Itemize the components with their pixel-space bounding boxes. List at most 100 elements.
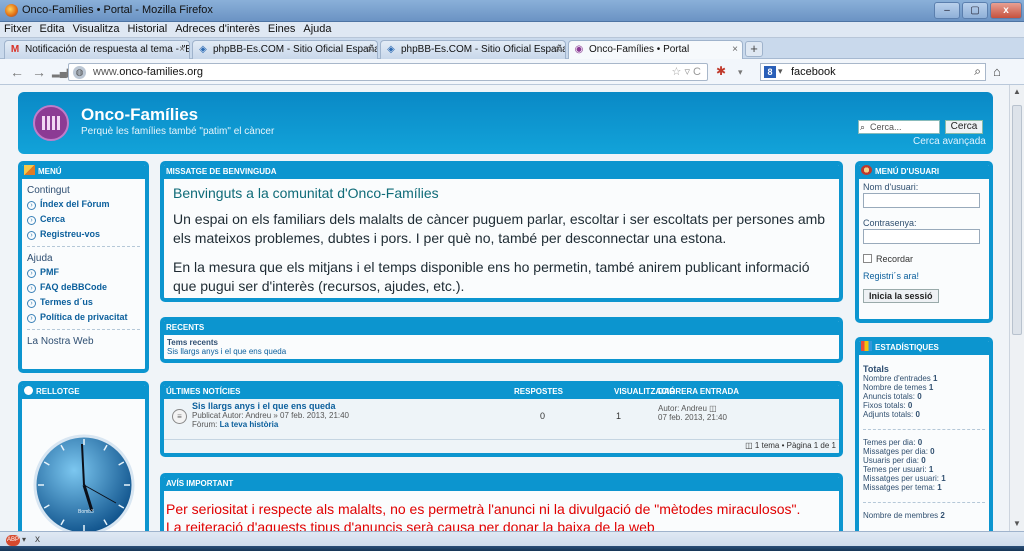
- menu-link-privacy[interactable]: Política de privacitat: [40, 312, 128, 322]
- search-icon[interactable]: ⌕: [974, 64, 981, 79]
- menu-ajuda[interactable]: Ajuda: [299, 22, 335, 35]
- notice-text: Per seriositat i respecte als malalts, n…: [166, 501, 801, 531]
- clock-icon: [24, 386, 33, 395]
- welcome-heading: Benvinguts a la comunitat d'Onco-Famílie…: [173, 185, 439, 201]
- menu-fitxer[interactable]: Fitxer: [0, 22, 36, 35]
- site-icon: ◉: [574, 44, 584, 55]
- bookmark-star-icon[interactable]: ☆ ▿ C: [672, 65, 701, 78]
- site-header: Onco-Famílies Perquè les famílies també …: [18, 92, 993, 154]
- menu-link-search[interactable]: Cerca: [40, 214, 65, 224]
- tab-close-icon[interactable]: ×: [732, 41, 738, 58]
- menu-link-terms[interactable]: Termes d´us: [40, 297, 93, 307]
- menu-icon: [24, 165, 35, 175]
- search-engine-icon: 8: [764, 66, 776, 78]
- header-search-input[interactable]: ⌕ Cerca...: [858, 120, 940, 134]
- user-menu-header: MENÚ D'USUARI: [859, 165, 989, 179]
- engine-dropdown-icon[interactable]: ▾: [778, 66, 783, 77]
- notice-panel: AVÍS IMPORTANT Per seriositat i respecte…: [160, 473, 843, 531]
- new-tab-button[interactable]: +: [745, 41, 763, 57]
- stat-row: Nombre de temes 1: [863, 383, 934, 392]
- site-title[interactable]: Onco-Famílies: [81, 105, 198, 125]
- view-post-icon[interactable]: ◫: [709, 404, 717, 413]
- header-search-button[interactable]: Cerca: [945, 120, 983, 134]
- password-label: Contrasenya:: [863, 218, 917, 228]
- recent-topic-link[interactable]: Sis llargs anys i el que ens queda: [167, 347, 836, 356]
- stats-header: ESTADÍSTIQUES: [859, 341, 989, 355]
- tab-close-icon[interactable]: ×: [367, 41, 373, 58]
- maximize-button[interactable]: ▢: [962, 2, 988, 19]
- register-link[interactable]: Registri´s ara!: [863, 271, 985, 281]
- tab-gmail[interactable]: M Notificación de respuesta al tema - "E…: [4, 40, 190, 59]
- replies-count: 0: [540, 411, 546, 421]
- user-icon: [861, 165, 872, 175]
- recent-panel-header: RECENTS: [164, 321, 839, 335]
- menu-visualitza[interactable]: Visualitza: [69, 22, 124, 35]
- tab-label: phpBB-Es.COM - Sitio Oficial España ...: [213, 44, 378, 55]
- scrollbar-thumb[interactable]: [1012, 105, 1022, 335]
- col-last: DARRERA ENTRADA: [658, 387, 740, 396]
- scroll-up-icon[interactable]: ▲: [1013, 87, 1021, 96]
- menu-link-register[interactable]: Registreu-vos: [40, 229, 100, 239]
- our-web-link[interactable]: La Nostra Web: [27, 336, 140, 347]
- forward-arrow-icon[interactable]: →: [32, 64, 46, 80]
- phpbb-icon: ◈: [199, 44, 207, 55]
- welcome-paragraph-2: En la mesura que els mitjans i el temps …: [173, 259, 810, 294]
- close-window-button[interactable]: x: [990, 2, 1022, 19]
- web-page: Onco-Famílies Perquè les famílies també …: [0, 85, 1009, 531]
- dropdown-icon[interactable]: ▾: [738, 67, 743, 78]
- chevron-right-icon: ›: [27, 269, 36, 278]
- chevron-right-icon: ›: [27, 284, 36, 293]
- vertical-scrollbar[interactable]: ▲ ▼: [1009, 85, 1024, 531]
- web-search-bar[interactable]: 8 ▾ facebook ⌕: [760, 63, 986, 81]
- clock-panel-header: RELLOTGE: [22, 385, 145, 399]
- addon-dropdown-icon[interactable]: ▾: [22, 535, 26, 544]
- table-row: ≡ Sis llargs anys i el que ens queda Pub…: [164, 399, 839, 453]
- stat-row: Fixos totals: 0: [863, 401, 913, 410]
- stats-chart-icon: [861, 341, 872, 351]
- tab-label: Onco-Famílies • Portal: [589, 44, 690, 55]
- chevron-right-icon: ›: [27, 216, 36, 225]
- tab-close-icon[interactable]: ×: [555, 41, 561, 58]
- remember-label: Recordar: [876, 254, 914, 264]
- home-icon[interactable]: ⌂: [993, 64, 1001, 79]
- login-button[interactable]: Inicia la sessió: [863, 289, 939, 303]
- pagination: ◫ 1 tema • Pàgina 1 de 1: [745, 441, 836, 450]
- password-input[interactable]: [863, 229, 980, 244]
- menu-link-index[interactable]: Índex del Fòrum: [40, 199, 110, 209]
- url-bar[interactable]: ◍ www.onco-families.org ☆ ▿ C: [68, 63, 708, 81]
- news-panel-header: ÚLTIMES NOTÍCIES RESPOSTES VISUALITZACIÓ…: [164, 385, 839, 399]
- stat-row: Nombre de membres 2: [863, 511, 945, 520]
- forum-link[interactable]: La teva història: [220, 420, 279, 429]
- remember-checkbox[interactable]: [863, 254, 872, 263]
- topic-title-link[interactable]: Sis llargs anys i el que ens queda: [192, 401, 349, 411]
- minimize-button[interactable]: –: [934, 2, 960, 19]
- back-arrow-icon[interactable]: ←: [10, 64, 24, 80]
- menu-historial[interactable]: Historial: [123, 22, 171, 35]
- scroll-down-icon[interactable]: ▼: [1013, 519, 1021, 528]
- addon-icon[interactable]: ✱: [716, 64, 726, 78]
- clock-panel: RELLOTGE Bomb3: [18, 381, 149, 531]
- chevron-right-icon: ›: [27, 314, 36, 323]
- menu-edita[interactable]: Edita: [36, 22, 69, 35]
- tab-close-icon[interactable]: ×: [179, 41, 185, 58]
- menu-link-pmf[interactable]: PMF: [40, 267, 59, 277]
- site-logo-icon[interactable]: [33, 105, 69, 141]
- tab-strip: M Notificación de respuesta al tema - "E…: [0, 38, 1024, 60]
- site-description: Perquè les famílies també "patim" el càn…: [81, 126, 275, 137]
- tab-onco-families[interactable]: ◉ Onco-Famílies • Portal ×: [568, 40, 743, 60]
- stat-row: Missatges per usuari: 1: [863, 474, 946, 483]
- views-count: 1: [616, 411, 622, 421]
- tab-phpbb-1[interactable]: ◈ phpBB-Es.COM - Sitio Oficial España ..…: [192, 40, 378, 59]
- welcome-panel: MISSATGE DE BENVINGUDA Benvinguts a la c…: [160, 161, 843, 302]
- last-post-author[interactable]: Autor: Andreu: [658, 404, 707, 413]
- menu-eines[interactable]: Eines: [264, 22, 300, 35]
- advanced-search-link[interactable]: Cerca avançada: [913, 136, 986, 147]
- close-addon-bar-button[interactable]: x: [35, 534, 40, 545]
- menu-link-bbcode[interactable]: FAQ deBBCode: [40, 282, 107, 292]
- addon-bar-icon[interactable]: ABP: [6, 535, 20, 546]
- menu-adreces[interactable]: Adreces d'interès: [171, 22, 264, 35]
- tab-phpbb-2[interactable]: ◈ phpBB-Es.COM - Sitio Oficial España ..…: [380, 40, 566, 59]
- topic-meta: Publicat Autor: Andreu » 07 feb. 2013, 2…: [192, 411, 350, 420]
- user-menu-panel: MENÚ D'USUARI Nom d'usuari: Contrasenya:…: [855, 161, 993, 323]
- username-input[interactable]: [863, 193, 980, 208]
